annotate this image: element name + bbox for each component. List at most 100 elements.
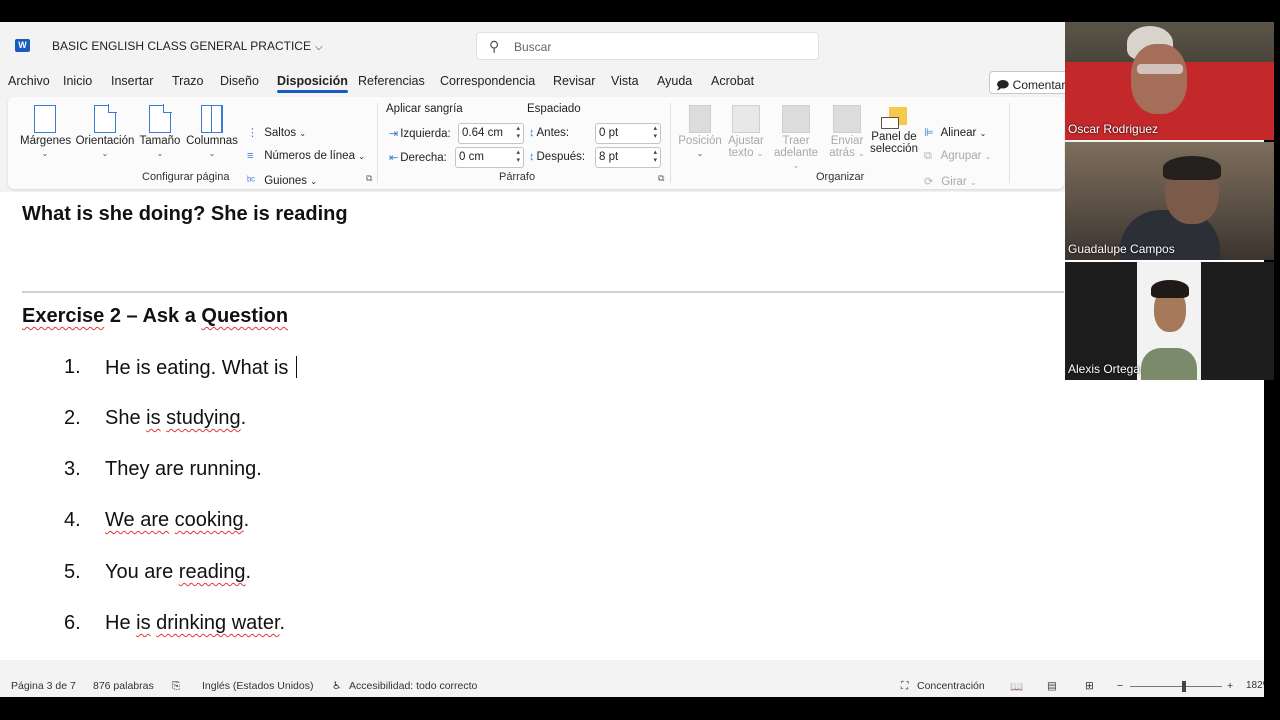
proofing-icon[interactable]: ⎘ <box>172 680 180 693</box>
indent-left-label: ⇥ Izquierda: <box>389 128 451 140</box>
line-numbers-label: Números de línea <box>264 150 355 162</box>
indent-right-label: ⇤ Derecha: <box>389 152 447 164</box>
wrap-text-icon <box>732 105 760 133</box>
participant-name: Oscar Rodriguez <box>1068 122 1159 136</box>
line-numbers-button[interactable]: ≡ Números de línea ⌄ <box>247 150 365 162</box>
indent-left-value: 0.64 cm <box>462 127 503 139</box>
columns-button[interactable]: Columnas ⌄ <box>185 105 239 158</box>
tab-insertar[interactable]: Insertar <box>111 74 153 88</box>
tab-trazo[interactable]: Trazo <box>172 74 204 88</box>
selection-pane-button[interactable]: Panel de selección <box>869 107 919 155</box>
search-box[interactable]: ⚲ Buscar <box>476 32 819 60</box>
indent-right-value: 0 cm <box>459 151 484 163</box>
bring-forward-label-1: Traer <box>782 135 810 147</box>
chevron-down-icon: ⌄ <box>208 149 216 158</box>
indent-right-input[interactable]: 0 cm ▴ ▾ <box>455 147 524 168</box>
participant-video[interactable]: Guadalupe Campos <box>1065 142 1274 260</box>
bring-forward-button[interactable]: Traer adelante ⌄ <box>770 105 822 171</box>
rotate-button[interactable]: ⟳ Girar ⌄ <box>924 175 977 188</box>
list-item: You are reading. <box>105 561 252 583</box>
group-icon: ⧉ <box>924 150 932 162</box>
group-button[interactable]: ⧉ Agrupar ⌄ <box>924 150 991 163</box>
spell-error: cooking <box>174 509 244 531</box>
ribbon-separator <box>377 103 378 183</box>
rotate-icon: ⟳ <box>924 176 934 188</box>
align-label: Alinear <box>940 127 977 139</box>
tab-vista[interactable]: Vista <box>611 74 639 88</box>
spell-error: drinking water <box>156 612 280 634</box>
web-layout-icon[interactable]: ⊞ <box>1085 680 1094 692</box>
tab-acrobat[interactable]: Acrobat <box>711 74 754 88</box>
list-item: He is eating. What is <box>105 356 297 380</box>
horizontal-rule <box>22 291 1064 293</box>
send-backward-button[interactable]: Enviar atrás ⌄ <box>824 105 870 159</box>
zoom-slider[interactable] <box>1130 681 1222 692</box>
chevron-down-icon: ⌄ <box>696 149 704 158</box>
tab-inicio[interactable]: Inicio <box>63 74 92 88</box>
accessibility-status[interactable]: Accesibilidad: todo correcto <box>349 680 477 692</box>
participant-name: Alexis Ortega <box>1068 362 1141 376</box>
spacing-before-input[interactable]: 0 pt ▴ ▾ <box>595 123 661 144</box>
orientation-button[interactable]: Orientación ⌄ <box>74 104 136 158</box>
language[interactable]: Inglés (Estados Unidos) <box>202 680 313 692</box>
breaks-button[interactable]: ⋮ Saltos ⌄ <box>247 126 306 139</box>
zoom-level[interactable]: 182% <box>1246 680 1264 691</box>
bring-forward-icon <box>782 105 810 133</box>
list-item: They are running. <box>105 458 262 480</box>
line-numbers-icon: ≡ <box>247 150 254 162</box>
bring-forward-label-2: adelante <box>773 147 819 159</box>
participant-video[interactable]: Oscar Rodriguez <box>1065 22 1274 140</box>
wrap-text-button[interactable]: Ajustar texto ⌄ <box>724 105 768 159</box>
spacing-after-input[interactable]: 8 pt ▴ ▾ <box>595 147 661 168</box>
spinner-arrows-icon[interactable]: ▴ ▾ <box>516 125 520 141</box>
dialog-launcher-icon[interactable]: ⧉ <box>366 173 372 184</box>
page-count[interactable]: Página 3 de 7 <box>11 680 76 692</box>
size-button[interactable]: Tamaño ⌄ <box>138 104 182 158</box>
tab-disposicion[interactable]: Disposición <box>277 74 348 93</box>
tab-referencias[interactable]: Referencias <box>358 74 425 88</box>
spell-error: is <box>136 612 151 634</box>
arrange-group-label: Organizar <box>816 171 865 183</box>
orientation-icon <box>94 104 117 133</box>
document-title[interactable]: BASIC ENGLISH CLASS GENERAL PRACTICE ⌵ <box>52 39 323 53</box>
zoom-in-button[interactable]: + <box>1227 680 1233 692</box>
participant-shirt <box>1141 348 1197 380</box>
word-logo-icon: W <box>15 39 30 52</box>
spinner-arrows-icon[interactable]: ▴ ▾ <box>653 149 657 165</box>
wrap-text-label-1: Ajustar <box>728 135 764 147</box>
participant-video[interactable]: Alexis Ortega <box>1065 262 1274 380</box>
chevron-down-icon: ⌄ <box>156 149 164 158</box>
text-caret <box>295 356 297 378</box>
position-button[interactable]: Posición ⌄ <box>677 105 723 158</box>
tab-revisar[interactable]: Revisar <box>553 74 595 88</box>
focus-mode[interactable]: Concentración <box>917 680 985 692</box>
tab-correspondencia[interactable]: Correspondencia <box>440 74 535 88</box>
zoom-out-button[interactable]: − <box>1117 680 1123 692</box>
align-button[interactable]: ⊫ Alinear ⌄ <box>924 126 986 139</box>
zoom-slider-thumb[interactable] <box>1182 681 1186 692</box>
spell-error: is <box>146 407 161 429</box>
dialog-launcher-icon[interactable]: ⧉ <box>658 173 664 184</box>
read-mode-icon[interactable]: 📖 <box>1010 680 1023 693</box>
focus-icon[interactable]: ⛶ <box>901 680 908 693</box>
breaks-label: Saltos <box>264 127 297 139</box>
comment-icon: 🗩 <box>996 78 1013 92</box>
list-number: 4. <box>64 509 81 531</box>
print-layout-icon[interactable]: ▤ <box>1047 680 1057 692</box>
indent-left-input[interactable]: 0.64 cm ▴ ▾ <box>458 123 524 144</box>
tab-diseno[interactable]: Diseño <box>220 74 259 88</box>
margins-button[interactable]: Márgenes ⌄ <box>20 105 71 158</box>
hyphenation-button[interactable]: ᵇᶜ Guiones ⌄ <box>247 175 317 187</box>
word-count[interactable]: 876 palabras <box>93 680 154 692</box>
status-bar: Página 3 de 7 876 palabras ⎘ Inglés (Est… <box>0 675 1264 697</box>
tab-ayuda[interactable]: Ayuda <box>657 74 692 88</box>
spinner-arrows-icon[interactable]: ▴ ▾ <box>516 149 520 165</box>
spell-error: Exercise <box>22 305 105 327</box>
spinner-arrows-icon[interactable]: ▴ ▾ <box>653 125 657 141</box>
accessibility-icon[interactable]: ♿ <box>332 680 341 692</box>
tab-archivo[interactable]: Archivo <box>8 74 50 88</box>
participant-hair <box>1151 280 1189 298</box>
list-number: 3. <box>64 458 81 480</box>
chevron-down-icon: ⌄ <box>41 149 49 158</box>
page-setup-group-label: Configurar página <box>142 171 230 183</box>
